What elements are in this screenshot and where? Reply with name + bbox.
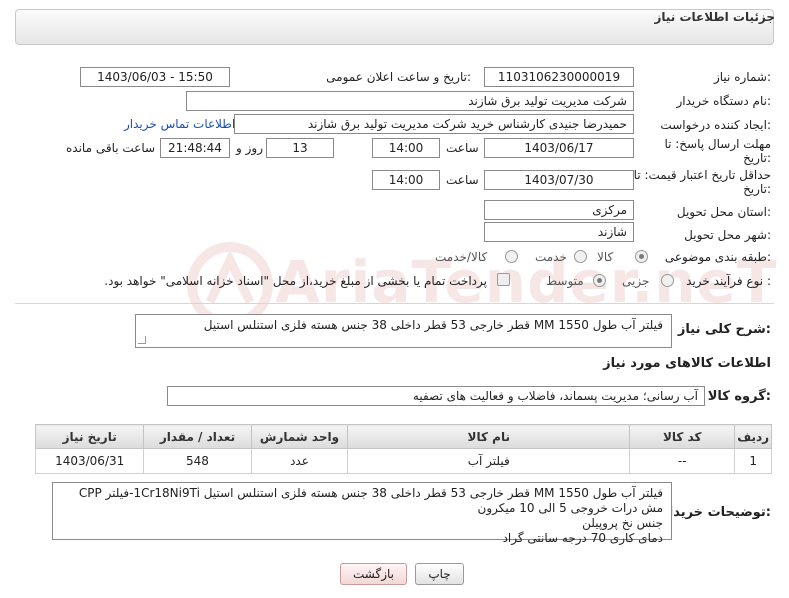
category-radio-service[interactable] (574, 250, 587, 263)
buyer-notes-box: فیلتر آب طول MM 1550 قطر خارجی 53 قطر دا… (52, 482, 672, 545)
col-header-row-number: ردیف (734, 424, 772, 449)
buyer-note-line: دمای کاری 70 درجه سانتی گراد (502, 531, 663, 545)
province-field: مرکزی (484, 200, 634, 220)
cell-quantity: 548 (143, 448, 252, 474)
process-label: نوع فرآیند خرید : (686, 274, 771, 288)
general-desc-box: فیلتر آب طول MM 1550 قطر خارجی 53 قطر دا… (135, 314, 672, 348)
validity-time-field: 14:00 (372, 170, 440, 190)
cell-name: فیلتر آب (347, 448, 631, 474)
process-option-minor: جزیی (622, 274, 650, 288)
buyer-note-line: جنس نخ پروپیلن (582, 516, 663, 530)
requester-label: ایجاد کننده درخواست: (660, 118, 771, 132)
announce-date-field: 1403/06/03 - 15:50 (80, 67, 230, 87)
deadline-hour-label: ساعت (446, 141, 479, 155)
print-button[interactable]: چاپ (415, 563, 464, 585)
remaining-label: ساعت باقی مانده (66, 141, 156, 155)
city-field: شازند (484, 222, 634, 242)
cell-row-number: 1 (734, 448, 772, 474)
category-option-goods: کالا (597, 250, 614, 264)
goods-table: ردیف کد کالا نام کالا واحد شمارش تعداد /… (34, 424, 772, 474)
treasury-payment-note: پرداخت تمام یا بخشی از مبلغ خرید،از محل … (104, 274, 487, 288)
category-radio-goods-service[interactable] (505, 250, 518, 263)
goods-info-title: اطلاعات کالاهای مورد نیاز (603, 356, 771, 371)
buyer-org-label: نام دستگاه خریدار: (676, 94, 772, 108)
deadline-date-field: 1403/06/17 (484, 138, 634, 158)
col-header-name: نام کالا (347, 424, 631, 449)
buyer-org-field: شرکت مدیریت تولید برق شازند (186, 91, 634, 111)
remaining-time-field: 21:48:44 (160, 138, 230, 158)
section-divider (15, 303, 774, 304)
col-header-unit: واحد شمارش (250, 424, 349, 449)
process-radio-medium[interactable] (593, 274, 606, 287)
col-header-need-date: تاریخ نیاز (34, 424, 145, 449)
days-remaining-field: 13 (266, 138, 334, 158)
general-desc-text: فیلتر آب طول MM 1550 قطر خارجی 53 قطر دا… (203, 318, 663, 332)
back-button[interactable]: بازگشت (340, 563, 407, 585)
process-option-medium: متوسط (546, 274, 584, 288)
announce-date-label: تاریخ و ساعت اعلان عمومی: (326, 70, 471, 84)
buyer-note-line: مش درات خروجی 5 الی 10 میکرون (477, 501, 663, 515)
table-row[interactable]: 1 -- فیلتر آب عدد 548 1403/06/31 (34, 448, 772, 474)
day-and-label: روز و (236, 141, 263, 155)
need-number-label: شماره نیاز: (713, 70, 771, 84)
category-radio-goods[interactable] (635, 250, 648, 263)
cell-unit: عدد (250, 448, 349, 474)
resize-handle[interactable] (138, 336, 146, 344)
province-label: استان محل تحویل: (676, 205, 771, 219)
process-radio-minor[interactable] (661, 274, 674, 287)
category-option-service: خدمت (535, 250, 567, 264)
col-header-code: کد کالا (629, 424, 736, 449)
city-label: شهر محل تحویل: (684, 228, 771, 242)
cell-need-date: 1403/06/31 (34, 448, 145, 474)
goods-group-field: آب رسانی؛ مدیریت پسماند، فاضلاب و فعالیت… (167, 386, 705, 406)
deadline-time-field: 14:00 (372, 138, 440, 158)
requester-field: حمیدرضا جنیدی کارشناس خرید شرکت مدیریت ت… (234, 114, 634, 134)
treasury-payment-checkbox[interactable] (497, 273, 510, 286)
validity-date-field: 1403/07/30 (484, 170, 634, 190)
buyer-contact-link[interactable]: اطلاعات تماس خریدار (124, 117, 235, 131)
table-header-row: ردیف کد کالا نام کالا واحد شمارش تعداد /… (34, 424, 772, 449)
category-label: طبقه بندی موضوعی: (664, 250, 771, 264)
need-number-field: 1103106230000019 (484, 67, 634, 87)
buyer-note-line: فیلتر آب طول MM 1550 قطر خارجی 53 قطر دا… (78, 486, 663, 500)
cell-code: -- (629, 448, 736, 474)
validity-hour-label: ساعت (446, 173, 479, 187)
col-header-quantity: تعداد / مقدار (143, 424, 252, 449)
general-desc-label: شرح کلی نیاز: (677, 322, 771, 337)
buyer-notes-label: توضیحات خریدار: (661, 505, 771, 520)
panel-title: جزئیات اطلاعات نیاز (654, 10, 775, 24)
category-option-goods-service: کالا/خدمت (435, 250, 488, 264)
deadline-label: مهلت ارسال پاسخ: تا تاریخ: (664, 137, 771, 165)
min-validity-label: حداقل تاریخ اعتبار قیمت: تا تاریخ: (633, 168, 771, 196)
goods-group-label: گروه کالا: (707, 389, 771, 404)
